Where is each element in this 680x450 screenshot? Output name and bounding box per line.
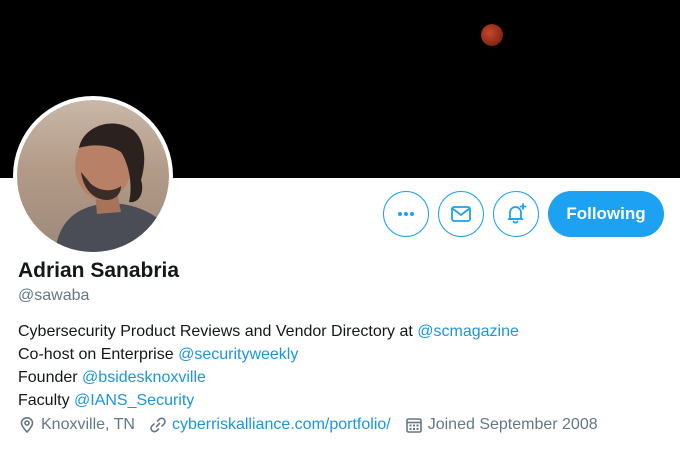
banner-moon-image bbox=[481, 24, 503, 46]
website-link[interactable]: cyberriskalliance.com/portfolio/ bbox=[172, 416, 391, 434]
profile-handle: @sawaba bbox=[18, 287, 90, 304]
bio-text: Cybersecurity Product Reviews and Vendor… bbox=[18, 323, 418, 340]
message-button[interactable] bbox=[438, 191, 484, 237]
bio-text: Faculty bbox=[18, 392, 75, 409]
location: Knoxville, TN bbox=[18, 416, 135, 434]
location-pin-icon bbox=[20, 416, 34, 434]
following-button[interactable]: Following bbox=[548, 191, 664, 237]
more-icon bbox=[398, 212, 414, 216]
location-text: Knoxville, TN bbox=[41, 416, 135, 433]
bell-plus-icon bbox=[507, 203, 527, 224]
profile-bio: Cybersecurity Product Reviews and Vendor… bbox=[18, 320, 519, 412]
avatar-image bbox=[17, 100, 169, 252]
mention-link[interactable]: @bsidesknoxville bbox=[82, 369, 206, 386]
calendar-icon bbox=[405, 418, 422, 433]
bio-text: Co-host on Enterprise bbox=[18, 346, 179, 363]
avatar[interactable] bbox=[13, 96, 173, 256]
profile-meta: Knoxville, TN cyberriskalliance.com/port… bbox=[18, 416, 612, 434]
bio-line: Cybersecurity Product Reviews and Vendor… bbox=[18, 320, 519, 343]
profile-name: Adrian Sanabria bbox=[18, 259, 180, 282]
mention-link[interactable]: @scmagazine bbox=[417, 323, 519, 340]
bio-line: Faculty @IANS_Security bbox=[18, 389, 519, 412]
joined-text: Joined September 2008 bbox=[427, 416, 598, 433]
mention-link[interactable]: @securityweekly bbox=[178, 346, 298, 363]
bio-text: Founder bbox=[18, 369, 83, 386]
bio-line: Co-host on Enterprise @securityweekly bbox=[18, 343, 519, 366]
website: cyberriskalliance.com/portfolio/ bbox=[149, 416, 391, 434]
link-icon bbox=[150, 417, 166, 433]
mail-icon bbox=[451, 206, 471, 222]
bio-line: Founder @bsidesknoxville bbox=[18, 366, 519, 389]
notifications-button[interactable] bbox=[493, 191, 539, 237]
joined-date: Joined September 2008 bbox=[405, 416, 598, 434]
mention-link[interactable]: @IANS_Security bbox=[74, 392, 194, 409]
profile-actions: Following bbox=[383, 191, 664, 237]
more-options-button[interactable] bbox=[383, 191, 429, 237]
